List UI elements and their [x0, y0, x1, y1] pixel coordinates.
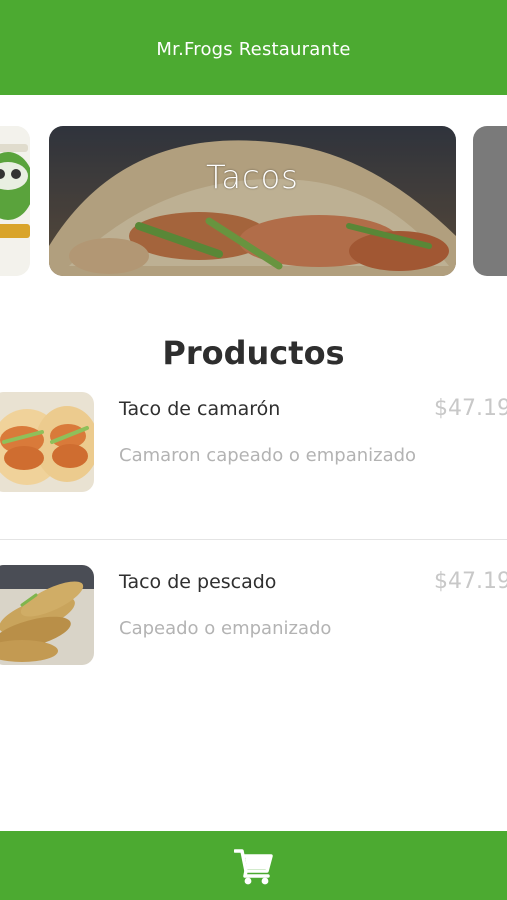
product-name: Taco de camarón — [119, 398, 281, 420]
product-description: Capeado o empanizado — [119, 618, 332, 639]
category-carousel[interactable]: Tacos — [0, 126, 507, 276]
cart-button[interactable] — [232, 844, 276, 888]
carousel-card-next[interactable] — [473, 126, 507, 276]
restaurant-logo-image — [0, 126, 30, 276]
carousel-card-label: Tacos — [206, 158, 299, 196]
header-title: Mr.Frogs Restaurante — [156, 39, 351, 60]
product-item[interactable]: Taco de camarón Camaron capeado o empani… — [0, 392, 507, 540]
product-item[interactable]: Taco de pescado Capeado o empanizado $47… — [0, 565, 507, 675]
shopping-cart-icon — [233, 848, 273, 884]
tacos-photo — [49, 126, 456, 276]
app-header: Mr.Frogs Restaurante — [0, 0, 507, 95]
carousel-card-tacos[interactable]: Tacos — [49, 126, 456, 276]
product-price: $47.19 — [434, 396, 507, 421]
product-image-shrimp-taco — [0, 392, 94, 492]
bottom-bar — [0, 831, 507, 900]
product-description: Camaron capeado o empanizado — [119, 445, 417, 466]
products-heading: Productos — [162, 334, 345, 372]
carousel-card-logo[interactable] — [0, 126, 30, 276]
product-price: $47.19 — [434, 569, 507, 594]
product-name: Taco de pescado — [119, 571, 277, 593]
product-image-fish-taco — [0, 565, 94, 665]
